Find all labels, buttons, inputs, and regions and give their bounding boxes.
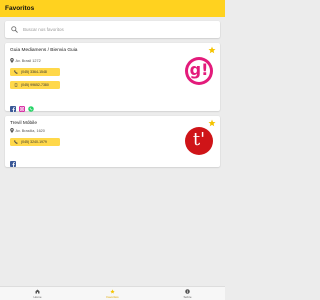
bottom-navigation: Home Favoritos Sobre xyxy=(0,286,225,300)
location-pin-icon xyxy=(10,128,14,133)
phone-number: (045) 3240-1979 xyxy=(21,140,47,144)
app-header: Favoritos xyxy=(0,0,225,17)
nav-about-label: Sobre xyxy=(183,294,192,299)
location-pin-icon xyxy=(10,58,14,63)
search-icon xyxy=(11,26,18,33)
mobile-button[interactable]: (045) 99652-7380 xyxy=(10,81,60,89)
address-text: Av. Brasília, 1620 xyxy=(15,128,45,133)
star-icon[interactable] xyxy=(208,119,216,127)
address: Av. Brasil 1272 xyxy=(10,58,41,63)
phone-button[interactable]: (045) 3364-1548 xyxy=(10,68,60,76)
star-icon[interactable] xyxy=(208,46,216,54)
info-icon xyxy=(185,288,190,294)
business-logo: t' xyxy=(185,127,213,155)
nav-favorites-label: Favoritos xyxy=(106,294,119,299)
instagram-icon[interactable] xyxy=(19,99,25,112)
facebook-icon[interactable] xyxy=(10,154,16,167)
favorite-card[interactable]: Guia Mediamens / Bienvia Guia Av. Brasil… xyxy=(5,43,220,112)
business-name: Trevil Móbile xyxy=(10,121,38,126)
nav-home[interactable]: Home xyxy=(0,287,75,300)
address-text: Av. Brasil 1272 xyxy=(15,58,41,63)
logo-glyph: g! xyxy=(189,59,209,79)
business-name: Guia Mediamens / Bienvia Guia xyxy=(10,48,78,53)
social-links xyxy=(10,99,34,112)
phone-number: (045) 3364-1548 xyxy=(21,70,47,74)
home-icon xyxy=(35,289,40,293)
nav-favorites[interactable]: Favoritos xyxy=(75,287,150,300)
nav-home-label: Home xyxy=(33,294,42,299)
phone-icon xyxy=(14,70,18,74)
whatsapp-icon[interactable] xyxy=(28,99,34,112)
social-links xyxy=(10,154,16,167)
address: Av. Brasília, 1620 xyxy=(10,128,45,133)
mobile-phone-icon xyxy=(14,83,18,87)
nav-about[interactable]: Sobre xyxy=(150,287,225,300)
search-bar[interactable] xyxy=(5,21,220,38)
phone-icon xyxy=(14,140,18,144)
phone-button[interactable]: (045) 3240-1979 xyxy=(10,138,60,146)
mobile-number: (045) 99652-7380 xyxy=(21,83,49,87)
search-input[interactable] xyxy=(23,27,203,32)
business-logo: g! xyxy=(185,57,213,85)
page-title: Favoritos xyxy=(5,5,35,12)
star-icon xyxy=(110,288,115,294)
facebook-icon[interactable] xyxy=(10,99,16,112)
favorite-card[interactable]: Trevil Móbile Av. Brasília, 1620 (045) 3… xyxy=(5,116,220,167)
logo-glyph: t' xyxy=(192,129,206,150)
